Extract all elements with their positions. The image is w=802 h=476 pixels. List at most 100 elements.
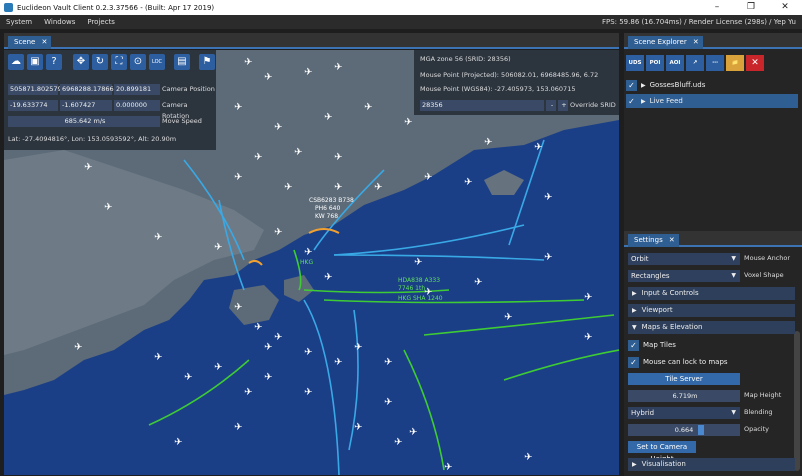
opacity-value: 0.664 xyxy=(674,426,694,434)
plane-icon: ✈ xyxy=(394,437,402,448)
mouse-lock-row[interactable]: ✓ Mouse can lock to maps xyxy=(628,355,800,369)
camera-rot-z[interactable]: 0.000000 xyxy=(114,100,160,111)
srid-plus-button[interactable]: + xyxy=(558,100,568,111)
menu-system[interactable]: System xyxy=(0,18,38,26)
select-value: Orbit xyxy=(631,255,649,263)
map-icon[interactable]: ☁ xyxy=(8,54,24,70)
plane-icon: ✈ xyxy=(254,152,262,163)
close-icon[interactable]: ✕ xyxy=(669,234,675,247)
plane-icon: ✈ xyxy=(104,202,112,213)
more-button[interactable]: ⋯ xyxy=(706,55,724,71)
plane-icon: ✈ xyxy=(294,147,302,158)
settings-scrollbar[interactable] xyxy=(794,331,800,471)
section-visualisation[interactable]: ▶ Visualisation xyxy=(628,458,795,471)
plane-icon: ✈ xyxy=(244,57,252,68)
delete-button[interactable]: ✕ xyxy=(746,55,764,71)
latlon-readout: Lat: -27.4094816°, Lon: 153.0593592°, Al… xyxy=(8,135,177,143)
camera-rot-y[interactable]: -1.607427 xyxy=(60,100,112,111)
add-aoi-button[interactable]: AOI xyxy=(666,55,684,71)
plane-icon: ✈ xyxy=(284,182,292,193)
island xyxy=(484,170,524,195)
plane-icon: ✈ xyxy=(404,117,412,128)
camera-rot-x[interactable]: -19.633774 xyxy=(8,100,58,111)
opacity-slider[interactable]: 0.664 xyxy=(628,424,740,436)
plane-icon: ✈ xyxy=(174,437,182,448)
srid-minus-button[interactable]: - xyxy=(546,100,556,111)
map-label: HKG SHA 1240 xyxy=(398,295,443,302)
expand-icon[interactable]: ▶ xyxy=(641,82,646,89)
tab-scene[interactable]: Scene ✕ xyxy=(8,36,52,49)
measure-icon[interactable]: ▤ xyxy=(174,54,190,70)
plane-icon: ✈ xyxy=(474,277,482,288)
add-line-button[interactable]: ↗ xyxy=(686,55,704,71)
plane-icon: ✈ xyxy=(274,122,282,133)
plane-icon: ✈ xyxy=(384,397,392,408)
plane-icon: ✈ xyxy=(214,362,222,373)
srid-input[interactable]: 28356 xyxy=(420,100,544,111)
plane-icon: ✈ xyxy=(534,142,542,153)
section-input-controls[interactable]: ▶ Input & Controls xyxy=(628,287,795,300)
slider-handle[interactable] xyxy=(698,425,704,435)
camera-toolbar: ☁ ▣ ? ✥ ↻ ⛶ ⊙ LOC ▤ ⚑ xyxy=(8,54,215,70)
flight-track xyxy=(403,349,445,471)
tab-scene-explorer[interactable]: Scene Explorer ✕ xyxy=(628,36,703,49)
rotate-icon[interactable]: ↻ xyxy=(92,54,108,70)
plane-icon: ✈ xyxy=(524,452,532,463)
list-item[interactable]: ✓ ▶ GossesBluff.uds xyxy=(626,78,798,92)
add-poi-button[interactable]: POI xyxy=(646,55,664,71)
checkbox[interactable]: ✓ xyxy=(626,79,637,91)
mouse-info-overlay: MGA zone 56 (SRID: 28356) Mouse Point (P… xyxy=(414,50,619,115)
camera-icon[interactable]: ▣ xyxy=(27,54,43,70)
mouse-anchor-select[interactable]: Orbit ▼ xyxy=(628,253,740,265)
tile-server-button[interactable]: Tile Server xyxy=(628,373,740,385)
scene-viewport[interactable]: ✈ ✈ ✈ ✈ ✈ ✈ ✈ ✈ ✈ ✈ ✈ ✈ ✈ ✈ ✈ ✈ ✈ ✈ ✈ ✈ ✈ ✈ ✈ ✈ ✈ ✈ ✈ ✈ ✈ ✈ ✈ ✈ ✈ ✈ ✈ ✈ ✈ ✈ ✈ ✈… xyxy=(4,50,619,475)
checkbox[interactable]: ✓ xyxy=(628,356,639,368)
mouse-projected: Mouse Point (Projected): 506082.01, 6968… xyxy=(420,71,599,79)
close-icon[interactable]: ✕ xyxy=(41,36,47,49)
checkbox[interactable]: ✓ xyxy=(626,95,637,107)
blending-select[interactable]: Hybrid ▼ xyxy=(628,407,740,419)
plane-icon: ✈ xyxy=(334,62,342,73)
section-maps-elevation[interactable]: ▼ Maps & Elevation xyxy=(628,321,795,334)
voxel-shape-label: Voxel Shape xyxy=(744,271,784,279)
plane-icon: ✈ xyxy=(334,152,342,163)
menu-projects[interactable]: Projects xyxy=(81,18,121,26)
compass-icon[interactable]: ⊙ xyxy=(130,54,146,70)
map-label: CSB6283 B738 xyxy=(309,197,354,204)
select-value: Hybrid xyxy=(631,409,655,417)
status-text: FPS: 59.86 (16.704ms) / Render License (… xyxy=(601,18,796,26)
map-tiles-row[interactable]: ✓ Map Tiles xyxy=(628,338,800,352)
tab-settings[interactable]: Settings ✕ xyxy=(628,234,679,247)
minimize-button[interactable]: – xyxy=(700,0,734,15)
local-icon[interactable]: LOC xyxy=(149,54,165,70)
plane-icon: ✈ xyxy=(234,102,242,113)
fullscreen-icon[interactable]: ⛶ xyxy=(111,54,127,70)
checkbox-label: Mouse can lock to maps xyxy=(643,358,728,366)
close-icon[interactable]: ✕ xyxy=(693,36,699,49)
maximize-button[interactable]: ❐ xyxy=(734,0,768,15)
expand-icon[interactable]: ▶ xyxy=(641,98,646,105)
move-speed-slider[interactable]: 685.642 m/s xyxy=(8,116,160,127)
close-button[interactable]: ✕ xyxy=(768,0,802,15)
menu-windows[interactable]: Windows xyxy=(38,18,81,26)
chevron-down-icon: ▼ xyxy=(731,255,736,262)
section-viewport[interactable]: ▶ Viewport xyxy=(628,304,795,317)
camera-pos-x[interactable]: 505871.802579 xyxy=(8,84,62,95)
add-uds-button[interactable]: UDS xyxy=(626,55,644,71)
camera-pos-y[interactable]: 6968288.17866 xyxy=(60,84,114,95)
camera-pos-z[interactable]: 20.899181 xyxy=(114,84,160,95)
move-icon[interactable]: ✥ xyxy=(73,54,89,70)
plane-icon: ✈ xyxy=(354,342,362,353)
plane-icon: ✈ xyxy=(504,312,512,323)
voxel-shape-select[interactable]: Rectangles ▼ xyxy=(628,270,740,282)
list-item[interactable]: ✓ ▶ Live Feed xyxy=(626,94,798,108)
folder-icon[interactable]: 📁 xyxy=(726,55,744,71)
checkbox[interactable]: ✓ xyxy=(628,339,639,351)
help-icon[interactable]: ? xyxy=(46,54,62,70)
map-height-slider[interactable]: 6.719m xyxy=(628,390,740,402)
plane-icon: ✈ xyxy=(384,357,392,368)
mouse-anchor-label: Mouse Anchor xyxy=(744,254,791,262)
pin-icon[interactable]: ⚑ xyxy=(199,54,215,70)
item-label: Live Feed xyxy=(649,97,683,105)
set-camera-height-button[interactable]: Set to Camera Height xyxy=(628,441,696,463)
